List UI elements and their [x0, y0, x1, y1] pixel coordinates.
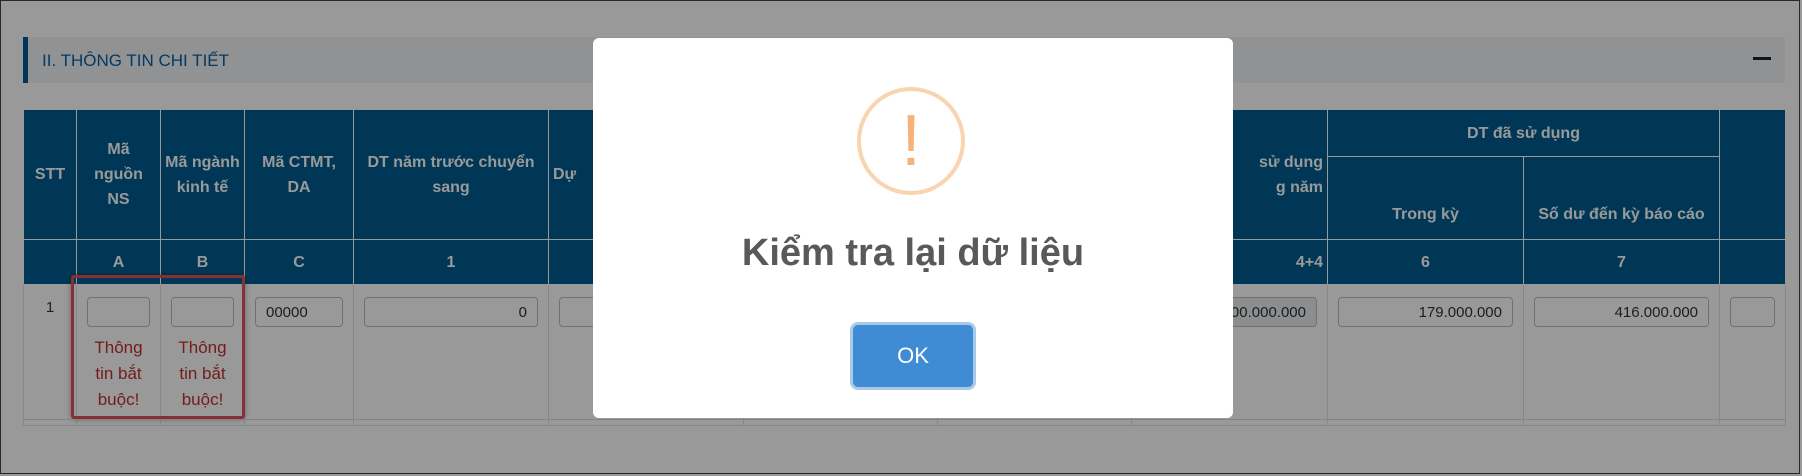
- alert-dialog: ! Kiểm tra lại dữ liệu OK: [593, 38, 1233, 418]
- dialog-title: Kiểm tra lại dữ liệu: [741, 232, 1085, 274]
- ok-button[interactable]: OK: [853, 325, 973, 387]
- exclamation-mark: !: [900, 101, 921, 181]
- warning-icon: !: [857, 87, 965, 195]
